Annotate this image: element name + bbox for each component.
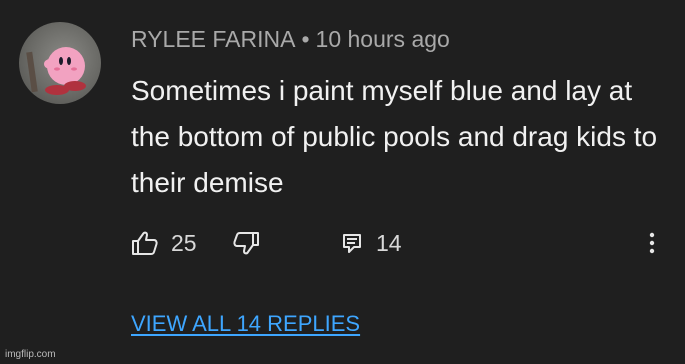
avatar[interactable] bbox=[19, 22, 101, 104]
watermark: imgflip.com bbox=[5, 349, 56, 360]
comment-header: RYLEE FARINA • 10 hours ago bbox=[131, 24, 450, 54]
dislike-button[interactable] bbox=[232, 228, 260, 258]
like-count: 25 bbox=[171, 229, 197, 256]
comment-card: RYLEE FARINA • 10 hours ago Sometimes i pa… bbox=[0, 0, 685, 364]
more-vert-icon bbox=[649, 232, 655, 254]
reply-button[interactable]: 14 bbox=[342, 228, 402, 258]
pink-character-avatar-icon bbox=[26, 47, 86, 95]
comment-text: Sometimes i paint myself blue and lay at… bbox=[131, 75, 658, 198]
comment-timestamp[interactable]: 10 hours ago bbox=[316, 26, 450, 52]
view-replies-link[interactable]: VIEW ALL 14 REPLIES bbox=[131, 310, 360, 338]
thumbs-down-icon bbox=[233, 232, 259, 255]
separator-dot: • bbox=[301, 26, 310, 52]
more-options-button[interactable] bbox=[640, 228, 664, 258]
reply-icon bbox=[343, 234, 361, 253]
like-button[interactable]: 25 bbox=[131, 228, 197, 258]
thumbs-up-icon bbox=[132, 231, 158, 255]
reply-count: 14 bbox=[376, 229, 402, 256]
author-name[interactable]: RYLEE FARINA bbox=[131, 26, 295, 52]
